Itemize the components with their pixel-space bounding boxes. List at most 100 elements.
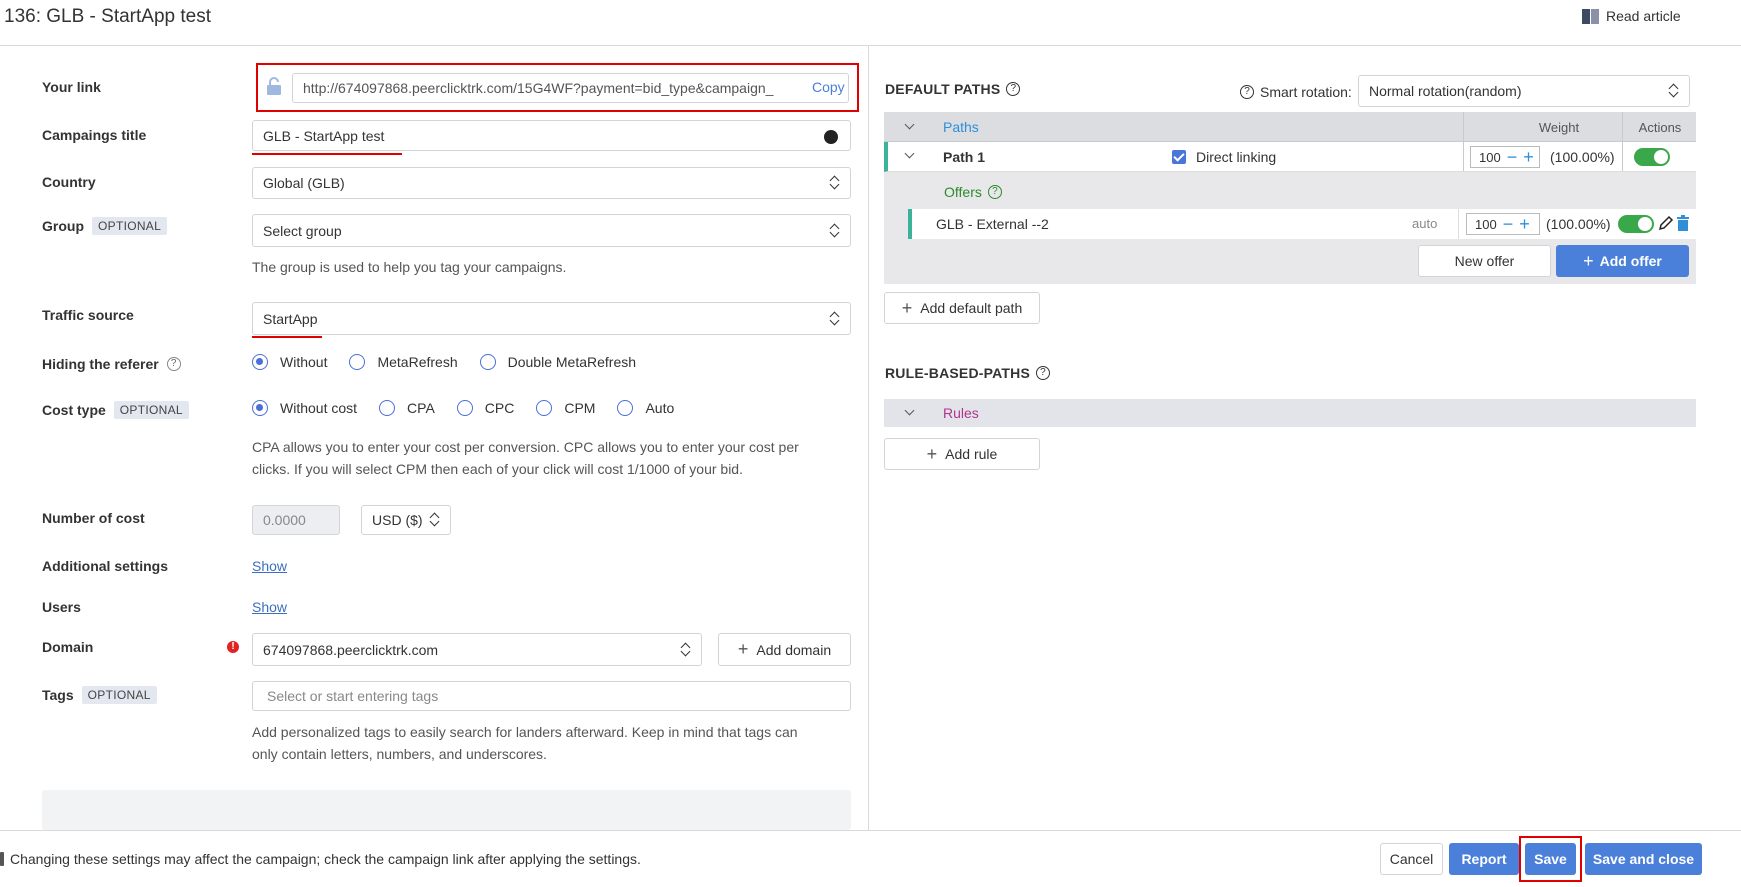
plus-icon: + xyxy=(901,297,913,318)
error-icon: ! xyxy=(227,641,239,653)
radio-auto[interactable]: Auto xyxy=(617,400,674,416)
campaign-title-input[interactable]: GLB - StartApp test xyxy=(252,120,851,151)
add-default-path-button[interactable]: + Add default path xyxy=(884,292,1040,324)
direct-linking-checkbox[interactable]: Direct linking xyxy=(1172,149,1276,165)
radio-without-cost[interactable]: Without cost xyxy=(252,400,357,416)
add-rule-button[interactable]: + Add rule xyxy=(884,438,1040,470)
campaign-title-value: GLB - StartApp test xyxy=(263,127,385,144)
cost-value: 0.0000 xyxy=(263,512,306,528)
chevron-down-icon[interactable] xyxy=(904,405,915,416)
underline-traffic-source xyxy=(252,336,322,338)
lock-open-icon xyxy=(266,77,282,95)
checkbox-checked xyxy=(1172,150,1186,164)
radio-label: Auto xyxy=(645,400,675,416)
currency-select[interactable]: USD ($) xyxy=(361,505,451,535)
users-label: Users xyxy=(42,599,81,615)
chevron-down-icon[interactable] xyxy=(904,148,915,159)
radio-label: MetaRefresh xyxy=(377,354,458,370)
help-icon[interactable]: ? xyxy=(987,185,1002,199)
save-button[interactable]: Save xyxy=(1525,843,1576,875)
traffic-source-select[interactable]: StartApp xyxy=(252,302,851,335)
optional-badge: OPTIONAL xyxy=(113,401,189,419)
currency-value: USD ($) xyxy=(372,512,423,528)
minus-icon[interactable]: − xyxy=(1507,148,1518,166)
path-weight-stepper[interactable]: 100 − + xyxy=(1470,146,1540,168)
select-arrows-icon xyxy=(1669,84,1679,98)
help-icon[interactable]: ? xyxy=(1240,85,1254,99)
default-paths-table: Paths Weight Actions Path 1 Direct linki… xyxy=(884,112,1696,284)
select-arrows-icon xyxy=(830,224,840,238)
plus-icon[interactable]: + xyxy=(1523,148,1534,166)
offer-weight-value: 100 xyxy=(1475,216,1497,232)
country-select[interactable]: Global (GLB) xyxy=(252,167,851,199)
radio-button xyxy=(379,400,396,416)
cost-type-hint-line2: clicks. If you will select CPM then each… xyxy=(252,461,743,477)
offer-row[interactable]: GLB - External --2 auto 100 − + (100.00%… xyxy=(908,209,1696,239)
group-value: Select group xyxy=(263,222,342,239)
add-offer-button[interactable]: + Add offer xyxy=(1556,245,1689,277)
row-separator xyxy=(1458,209,1459,239)
cost-value-input[interactable]: 0.0000 xyxy=(252,505,340,535)
help-icon[interactable]: ? xyxy=(1006,82,1021,96)
plus-icon[interactable]: + xyxy=(1519,215,1530,233)
path-weight-percent: (100.00%) xyxy=(1550,149,1615,165)
pencil-icon[interactable] xyxy=(1658,215,1674,231)
path-name: Path 1 xyxy=(943,149,986,165)
warning-marker xyxy=(0,852,4,866)
additional-settings-show-link[interactable]: Show xyxy=(252,558,287,574)
trash-icon[interactable] xyxy=(1676,215,1690,231)
campaign-link-field[interactable]: http://674097868.peerclicktrk.com/15G4WF… xyxy=(292,73,849,103)
copy-link-button[interactable]: Copy xyxy=(806,79,845,95)
help-icon[interactable]: ? xyxy=(1036,366,1051,380)
radio-cpa[interactable]: CPA xyxy=(379,400,435,416)
radio-cpc[interactable]: CPC xyxy=(456,400,514,416)
rules-label: Rules xyxy=(943,405,979,421)
radio-double-metarefresh[interactable]: Double MetaRefresh xyxy=(479,354,636,370)
offers-text: Offers xyxy=(944,184,982,200)
report-button[interactable]: Report xyxy=(1449,843,1519,875)
group-select[interactable]: Select group xyxy=(252,214,851,247)
radio-cpm[interactable]: CPM xyxy=(536,400,595,416)
add-rule-label: Add rule xyxy=(945,446,998,462)
domain-label: Domain xyxy=(42,639,94,655)
rules-row[interactable]: Rules xyxy=(884,399,1696,427)
chevron-down-icon[interactable] xyxy=(904,119,915,130)
offer-weight-stepper[interactable]: 100 − + xyxy=(1466,213,1540,235)
collapsed-panel xyxy=(42,790,851,830)
save-and-close-button[interactable]: Save and close xyxy=(1585,843,1702,875)
cost-type-label: Cost type OPTIONAL xyxy=(42,401,189,419)
help-icon[interactable]: ? xyxy=(166,357,181,371)
country-label: Country xyxy=(42,174,96,190)
users-show-link[interactable]: Show xyxy=(252,599,287,615)
radio-metarefresh[interactable]: MetaRefresh xyxy=(349,354,458,370)
domain-select[interactable]: 674097868.peerclicktrk.com xyxy=(252,633,702,666)
radio-button xyxy=(536,400,553,416)
cancel-button[interactable]: Cancel xyxy=(1380,843,1443,875)
row-separator xyxy=(1463,142,1464,171)
traffic-source-value: StartApp xyxy=(263,310,318,327)
tags-placeholder: Select or start entering tags xyxy=(267,688,439,704)
footer-bar: Changing these settings may affect the c… xyxy=(0,830,1741,887)
tags-input[interactable]: Select or start entering tags xyxy=(252,681,851,711)
color-dot[interactable] xyxy=(824,130,838,144)
minus-icon[interactable]: − xyxy=(1503,215,1514,233)
smart-rotation-value: Normal rotation(random) xyxy=(1369,83,1522,99)
path-weight-value: 100 xyxy=(1479,149,1501,165)
radio-without[interactable]: Without xyxy=(252,354,327,370)
new-offer-button[interactable]: New offer xyxy=(1418,245,1551,277)
header-separator xyxy=(1463,112,1464,141)
cost-type-options: Without cost CPA CPC CPM Auto xyxy=(252,400,696,416)
radio-button xyxy=(456,400,473,416)
paths-header: Paths xyxy=(943,119,979,135)
path-row[interactable]: Path 1 Direct linking 100 − + (100.00%) xyxy=(884,142,1696,172)
offer-enabled-toggle[interactable] xyxy=(1618,215,1654,233)
path-enabled-toggle[interactable] xyxy=(1634,148,1670,166)
add-domain-button[interactable]: + Add domain xyxy=(718,633,851,666)
smart-rotation-select[interactable]: Normal rotation(random) xyxy=(1358,75,1690,107)
hiding-referer-label: Hiding the referer? xyxy=(42,356,181,372)
read-article-label: Read article xyxy=(1606,8,1681,24)
add-offer-label: Add offer xyxy=(1599,253,1662,269)
plus-icon: + xyxy=(1583,250,1594,271)
smart-rotation-text: Smart rotation: xyxy=(1260,84,1352,100)
read-article-link[interactable]: Read article xyxy=(1582,8,1681,24)
